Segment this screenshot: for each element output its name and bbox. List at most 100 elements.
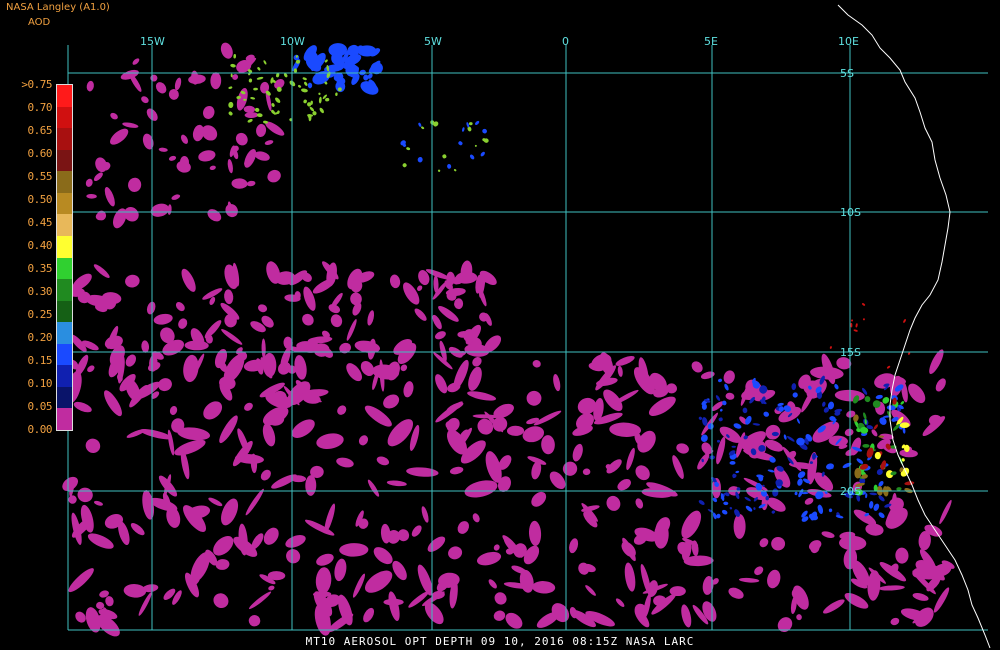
aerosol-patch [224,289,234,305]
aerosol-patch [829,346,832,349]
aerosol-patch [488,579,497,589]
aerosol-patch [105,596,114,607]
aerosol-patch [672,455,684,480]
aerosol-patch [764,439,784,452]
legend-swatch [57,257,72,280]
aerosol-patch [718,417,723,422]
aerosol-patch [745,505,753,512]
legend-swatch [57,106,72,129]
aerosol-patch [733,513,746,539]
legend-label: >0.75 [21,78,52,91]
aerosol-patch [110,112,118,120]
legend-label: 0.70 [27,101,53,114]
aerosol-patch [772,488,779,497]
aerosol-patch [146,301,156,315]
aerosol-patch [247,119,253,123]
legend-label: 0.15 [27,354,53,367]
aerosol-patch [87,533,114,549]
aerosol-patch [123,584,147,598]
aod-map: 15W 10W 5W 0 5E 10E 5S 10S 15S 20S [62,4,991,649]
aerosol-patch [777,402,784,407]
aerosol-patch [275,97,281,103]
aerosol-patch [318,96,322,104]
aerosol-patch [744,496,751,502]
aerosol-patch [635,498,644,509]
aerosol-patch [582,468,591,476]
aerosol-patch [862,318,865,321]
aerosol-patch [453,169,457,172]
aerosol-patch [383,394,400,409]
aerosol-patch [261,338,266,359]
aerosol-patch [203,105,215,119]
legend-swatch [57,171,72,193]
longitude-label: 5E [704,35,718,48]
aerosol-patch [260,469,271,481]
aerosol-patch [248,78,253,83]
aerosol-patch [406,147,411,151]
aerosol-patch [834,383,839,390]
aerosol-patch [890,617,900,626]
aerosol-patch [215,559,230,570]
aerosol-patch [912,593,929,601]
aerosol-patch [878,512,885,519]
aerosol-patch [167,204,172,215]
aerosol-patch [220,42,233,59]
aerosol-patch [406,467,439,477]
aerosol-patch [442,154,447,159]
aerosol-patch [794,491,798,496]
aerosol-patch [482,128,487,134]
aerosol-patch [904,481,915,486]
legend-label: 0.05 [27,400,53,413]
aerosol-patch [752,423,761,426]
aerosol-patch [886,365,891,369]
aerosol-patch [230,63,236,68]
aerosol-patch [303,99,307,104]
aerosol-patch [759,538,769,548]
aerosol-patch [128,177,142,193]
aerosol-patch [204,320,222,339]
aerosol-patch [402,163,407,168]
aerosol-patch [141,340,150,353]
longitude-label: 10W [280,35,305,48]
aerosol-patch [728,587,744,599]
aerosol-patch [532,581,556,594]
aerosol-patch [93,264,110,278]
aerosol-patch [767,469,775,473]
aerosol-patch [246,180,256,187]
aerosol-patch [900,401,905,405]
aerosol-patch [494,592,507,605]
aerosol-patch [449,466,464,475]
aerosol-patch [248,615,261,627]
legend-swatch [57,214,72,236]
aerosol-patch [168,89,179,100]
aerosol-patch [376,456,390,466]
aerosol-patch [725,392,735,400]
aerosol-patch [698,416,703,420]
aerosol-patch [808,513,818,521]
aerosol-patch [821,531,835,538]
aerosol-patch [698,500,705,506]
aerosol-patch [231,178,248,189]
aerosol-patch [319,107,324,114]
aerosol-patch [474,120,480,125]
aerosol-patch [797,471,806,479]
aerosol-patch [702,576,714,595]
aerosol-patch [110,128,129,145]
aerosol-patch [104,390,122,417]
aerosol-patch [316,433,344,450]
aerosol-patch [264,140,274,145]
aerosol-patch [181,268,196,292]
aerosol-patch [826,463,834,470]
aerosol-patch [738,577,760,583]
aerosol-patch [635,465,650,481]
aerosol-patch [77,487,93,503]
aerosol-patch [617,479,631,491]
aerosol-patch [93,172,103,182]
aerosol-patch [418,122,422,127]
latitude-label: 15S [840,346,861,359]
aerosol-patch [411,525,422,537]
aerosol-patch [373,547,393,565]
aerosol-patch [715,395,721,401]
aerosol-patch [896,487,902,491]
aerosol-patch [256,123,267,138]
